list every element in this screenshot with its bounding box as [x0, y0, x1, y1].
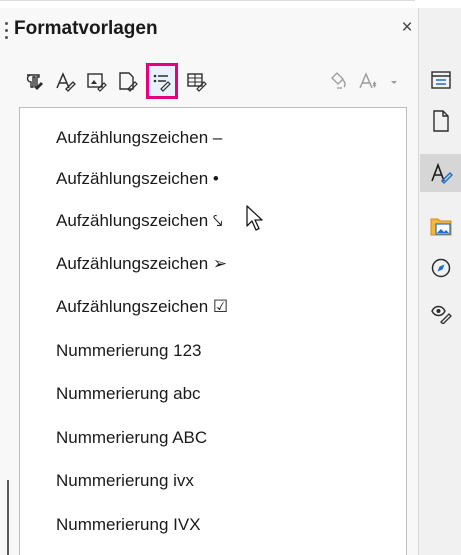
list-item[interactable]: Aufzählungszeichen – [56, 128, 222, 148]
character-styles-icon [56, 72, 76, 92]
list-item[interactable]: Aufzählungszeichen ➢ [56, 254, 227, 274]
list-styles-button[interactable] [146, 63, 178, 99]
list-item[interactable]: Aufzählungszeichen ☑ [56, 297, 228, 317]
list-item[interactable]: Nummerierung IVX [56, 515, 201, 535]
properties-icon [433, 110, 449, 132]
mouse-pointer-icon [246, 205, 263, 231]
list-item[interactable]: Aufzählungszeichen • [56, 169, 219, 189]
close-button[interactable]: × [397, 16, 417, 40]
style-inspector-button[interactable] [427, 298, 455, 328]
gallery-icon [430, 218, 452, 236]
styles-panel: Formatvorlagen × Aufzählungszeichen – Au… [0, 8, 442, 555]
style-inspector-icon [431, 305, 452, 324]
frame-styles-icon [87, 73, 107, 92]
list-item[interactable]: Nummerierung 123 [56, 341, 202, 361]
panel-title: Formatvorlagen [14, 18, 158, 39]
paragraph-styles-icon [26, 74, 43, 90]
page-styles-icon [119, 72, 138, 92]
list-styles-icon [153, 74, 171, 92]
chevron-down-icon [391, 81, 397, 84]
table-styles-icon [187, 73, 207, 92]
table-styles-button[interactable] [183, 66, 209, 96]
sidebar-tabbar [418, 8, 461, 555]
style-actions-dropdown[interactable] [389, 74, 399, 100]
sidebar-menu-button[interactable] [427, 65, 455, 95]
fill-format-mode-button[interactable] [328, 70, 350, 96]
new-style-from-selection-icon [359, 72, 377, 89]
list-item[interactable]: Nummerierung ABC [56, 428, 207, 448]
edge-divider [7, 480, 9, 555]
fill-format-mode-icon [331, 72, 346, 89]
paragraph-styles-button[interactable] [20, 66, 46, 96]
sidebar-menu-icon [431, 71, 451, 89]
page-styles-button[interactable] [114, 66, 140, 96]
frame-styles-button[interactable] [83, 66, 109, 96]
gallery-button[interactable] [427, 211, 455, 241]
navigator-button[interactable] [427, 253, 455, 283]
top-strip [0, 0, 461, 8]
list-item[interactable]: Nummerierung ivx [56, 471, 194, 491]
list-item[interactable]: Nummerierung abc [56, 384, 201, 404]
styles-button[interactable] [420, 154, 461, 192]
drag-handle[interactable] [5, 22, 8, 46]
character-styles-button[interactable] [52, 66, 78, 96]
properties-button[interactable] [427, 106, 455, 136]
styles-icon [431, 162, 453, 185]
list-item[interactable]: Aufzählungszeichen ⤥ [56, 211, 222, 231]
styles-deck-window: Formatvorlagen × Aufzählungszeichen – Au… [0, 0, 461, 555]
navigator-icon [431, 258, 451, 278]
styles-list[interactable]: Aufzählungszeichen – Aufzählungszeichen … [19, 107, 407, 555]
new-style-from-selection-button[interactable] [358, 70, 382, 96]
